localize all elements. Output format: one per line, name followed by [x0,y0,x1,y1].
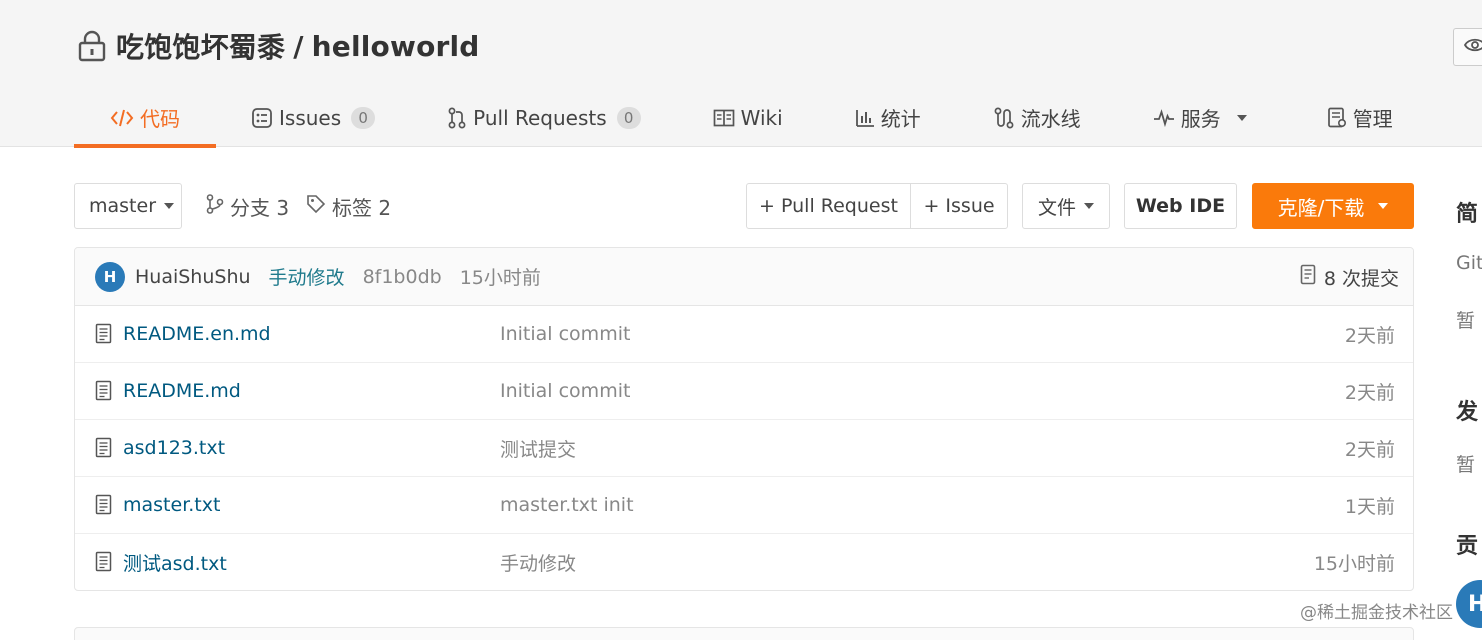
commit-author-link[interactable]: HuaiShuShu [135,266,251,288]
file-row[interactable]: 测试asd.txt 手动修改 15小时前 [75,534,1413,590]
branches-label: 分支 3 [230,195,290,220]
release-empty-text: 暂 [1456,454,1476,476]
file-commit-message[interactable]: 测试提交 [500,435,576,462]
tab-pull-requests[interactable]: Pull Requests 0 [447,88,641,147]
tab-label: Issues [279,105,342,130]
issues-icon [251,107,273,129]
file-icon [95,494,113,521]
file-commit-message[interactable]: master.txt init [500,494,634,516]
tab-label: 代码 [140,107,180,131]
tab-label: 管理 [1352,107,1393,131]
stats-icon [855,108,875,128]
file-icon [95,380,113,407]
tab-wiki[interactable]: Wiki [713,88,783,147]
file-list: H HuaiShuShu 手动修改 8f1b0db 15小时前 8 次提交 RE… [74,247,1414,591]
tag-icon [306,194,326,219]
manage-icon [1327,107,1347,129]
file-commit-message[interactable]: Initial commit [500,323,630,345]
chevron-down-icon [1084,203,1094,209]
avatar[interactable]: H [1456,580,1482,628]
file-commit-time: 2天前 [1344,324,1395,347]
commit-count-link[interactable]: 8 次提交 [1300,248,1399,306]
tab-label: Pull Requests [473,105,607,130]
new-pull-request-button[interactable]: + Pull Request [746,183,911,229]
tab-stats[interactable]: 统计 [855,88,921,147]
clone-button-label: 克隆/下载 [1277,195,1365,220]
file-commit-message[interactable]: 手动修改 [500,549,576,576]
tab-label: Wiki [740,105,783,130]
branches-link[interactable]: 分支 3 [206,188,289,224]
tab-code[interactable]: 代码 [74,88,216,148]
code-icon [110,108,134,128]
branch-name: master [89,195,157,217]
chevron-down-icon [164,203,175,209]
branch-icon [206,193,224,219]
file-commit-time: 2天前 [1344,381,1395,404]
commit-count-label: 8 次提交 [1323,267,1399,290]
eye-icon [1463,37,1482,57]
intro-empty-text: 暂 [1456,310,1476,332]
lock-icon [76,28,108,64]
new-issue-button[interactable]: + Issue [910,183,1008,229]
chevron-down-icon [1236,114,1247,121]
file-row[interactable]: master.txt master.txt init 1天前 [75,477,1413,534]
file-icon [95,437,113,464]
file-commit-time: 1天前 [1344,495,1395,518]
pull-requests-count-badge: 0 [616,106,641,129]
repo-title: 吃饱饱坏蜀黍 / helloworld [76,26,480,66]
file-name-link[interactable]: README.md [123,380,241,402]
file-name-link[interactable]: README.en.md [123,323,271,345]
intro-text: Git [1456,252,1482,274]
issues-count-badge: 0 [351,106,376,129]
commit-sha-link[interactable]: 8f1b0db [363,266,442,288]
pipeline-icon [993,107,1015,129]
chevron-down-icon [1378,203,1389,209]
file-name-link[interactable]: asd123.txt [123,437,225,459]
file-commit-message[interactable]: Initial commit [500,380,630,402]
watch-button[interactable] [1453,28,1482,66]
tab-label: 统计 [880,107,921,131]
readme-panel [74,627,1414,640]
repo-tabs: 代码 Issues 0 Pull Requests 0 Wiki 统计 流水线 … [74,88,1393,148]
file-row[interactable]: README.en.md Initial commit 2天前 [75,306,1413,363]
commit-message-link[interactable]: 手动修改 [269,263,345,290]
file-name-link[interactable]: 测试asd.txt [123,549,227,576]
wiki-icon [713,109,735,127]
clone-download-button[interactable]: 克隆/下载 [1252,183,1414,229]
tab-manage[interactable]: 管理 [1327,88,1393,147]
file-row[interactable]: asd123.txt 测试提交 2天前 [75,420,1413,477]
release-heading: 发 [1456,400,1479,425]
file-commit-time: 15小时前 [1313,553,1395,575]
pulse-icon [1153,108,1175,127]
repo-separator: / [293,29,304,63]
file-row[interactable]: README.md Initial commit 2天前 [75,363,1413,420]
contributors-heading: 贡 [1456,534,1479,559]
web-ide-button[interactable]: Web IDE [1124,183,1237,229]
branch-select[interactable]: master [74,183,182,229]
pull-request-icon [447,107,467,129]
avatar[interactable]: H [95,261,125,292]
latest-commit-bar: H HuaiShuShu 手动修改 8f1b0db 15小时前 8 次提交 [75,248,1413,306]
repo-header: 吃饱饱坏蜀黍 / helloworld 代码 Issues 0 Pull Req… [0,0,1482,148]
commits-icon [1300,264,1318,291]
tab-label: 流水线 [1020,107,1081,131]
tab-services[interactable]: 服务 [1153,88,1247,147]
file-icon [95,323,113,350]
tags-label: 标签 2 [332,195,392,220]
file-name-link[interactable]: master.txt [123,494,220,516]
watermark: @稀土掘金技术社区 [1300,603,1453,623]
repo-name-link[interactable]: helloworld [312,30,480,63]
tab-issues[interactable]: Issues 0 [251,88,376,147]
file-icon [95,551,113,578]
file-button-label: 文件 [1037,196,1076,219]
tab-label: 服务 [1180,107,1221,131]
repo-owner-link[interactable]: 吃饱饱坏蜀黍 [116,26,285,66]
file-commit-time: 2天前 [1344,438,1395,461]
file-dropdown-button[interactable]: 文件 [1022,183,1110,229]
commit-time: 15小时前 [459,267,541,289]
tab-pipeline[interactable]: 流水线 [993,88,1081,147]
intro-heading: 简 [1456,202,1479,227]
tags-link[interactable]: 标签 2 [306,188,391,224]
